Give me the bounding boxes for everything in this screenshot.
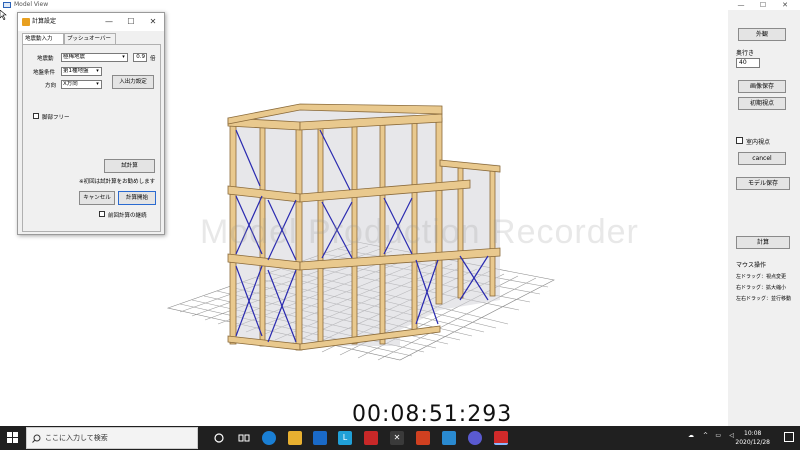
tray-network-icon[interactable]: ▭ xyxy=(715,432,721,439)
active-app-icon[interactable] xyxy=(494,431,508,445)
settings-gear-icon[interactable] xyxy=(468,431,482,445)
right-control-panel: 外観 奥行き 40 画像保存 初期視点 室内視点 cancel モデル保存 計算… xyxy=(728,10,800,426)
joint-free-label: 脚部フリー xyxy=(42,115,70,121)
indoor-view-label: 室内視点 xyxy=(746,139,771,146)
app-icon xyxy=(3,2,11,8)
depth-input[interactable]: 40 xyxy=(736,58,760,68)
mouse-cursor-icon xyxy=(0,10,7,20)
dialog-title: 計算設定 xyxy=(32,18,57,25)
maximize-icon[interactable]: ☐ xyxy=(752,0,774,10)
chevron-down-icon: ▾ xyxy=(120,54,127,61)
save-model-button[interactable]: モデル保存 xyxy=(736,177,790,190)
taskbar-clock[interactable]: 10:08 2020/12/28 xyxy=(735,429,770,447)
dialog-minimize-icon[interactable]: — xyxy=(98,13,120,31)
close-icon[interactable]: ✕ xyxy=(774,0,796,10)
direction-select[interactable]: X方向 ▾ xyxy=(61,80,102,89)
edge-browser-icon[interactable] xyxy=(262,431,276,445)
quake-label: 地震動 xyxy=(37,56,54,62)
file-explorer-icon[interactable] xyxy=(288,431,302,445)
windows-taskbar: ここに入力して検索 L ✕ ☁ ^ ▭ ◁ 10:08 2020/12/28 xyxy=(0,426,800,450)
chevron-down-icon: ▾ xyxy=(94,68,101,75)
chevron-down-icon: ▾ xyxy=(94,81,101,88)
settings-app-icon xyxy=(22,18,30,26)
window-title: Model View xyxy=(14,1,49,8)
tray-cloud-icon[interactable]: ☁ xyxy=(688,432,694,439)
notification-icon[interactable] xyxy=(784,432,794,442)
clock-date: 2020/12/28 xyxy=(735,439,770,446)
continue-label: 前回計算の継続 xyxy=(108,213,147,219)
exterior-button[interactable]: 外観 xyxy=(738,28,786,41)
tray-volume-icon[interactable]: ◁ xyxy=(729,432,734,439)
trial-calc-button[interactable]: 試計算 xyxy=(104,159,155,173)
calc-settings-dialog: 計算設定 — ☐ ✕ 地震動入力 プッシュオーバー 地震動 極稀地震 ▾ 0.9 倍… xyxy=(17,12,165,235)
task-view-icon[interactable] xyxy=(212,431,226,445)
search-placeholder: ここに入力して検索 xyxy=(45,434,108,442)
model-view-window: Model View — ☐ ✕ Model Production Record… xyxy=(0,0,800,426)
dialog-titlebar: 計算設定 — ☐ ✕ xyxy=(18,13,164,31)
clock-time: 10:08 xyxy=(744,430,762,437)
mouse-left-help: 左ドラッグ：視点変更 xyxy=(736,274,787,280)
direction-label: 方向 xyxy=(45,83,57,89)
quake-input-pane: 地震動 極稀地震 ▾ 0.9 倍 地盤条件 第1種地盤 ▾ 方向 X方向 ▾ 入… xyxy=(22,44,161,232)
security-app-icon[interactable] xyxy=(364,431,378,445)
xbox-icon[interactable]: ✕ xyxy=(390,431,404,445)
taskbar-search-box[interactable]: ここに入力して検索 xyxy=(26,427,198,449)
continue-checkbox[interactable] xyxy=(99,211,105,217)
task-switch-icon[interactable] xyxy=(237,431,251,445)
tray-chevron-icon[interactable]: ^ xyxy=(703,432,708,439)
tab-quake-input[interactable]: 地震動入力 xyxy=(22,33,64,44)
ground-label: 地盤条件 xyxy=(33,70,56,76)
dialog-close-icon[interactable]: ✕ xyxy=(142,13,164,31)
ground-select[interactable]: 第1種地盤 ▾ xyxy=(61,67,102,76)
mouse-ops-title: マウス操作 xyxy=(736,262,767,269)
recorder-watermark: Model Production Recorder xyxy=(200,213,639,251)
mouse-right-help: 右ドラッグ：拡大縮小 xyxy=(736,285,787,291)
depth-label: 奥行き xyxy=(736,50,755,57)
io-settings-button[interactable]: 入出力設定 xyxy=(112,75,154,89)
dialog-maximize-icon[interactable]: ☐ xyxy=(120,13,142,31)
indoor-view-checkbox[interactable] xyxy=(736,137,743,144)
quake-select[interactable]: 極稀地震 ▾ xyxy=(61,53,128,62)
cancel-button[interactable]: cancel xyxy=(738,152,786,165)
minimize-icon[interactable]: — xyxy=(730,0,752,10)
media-app-icon[interactable] xyxy=(416,431,430,445)
window-titlebar: Model View — ☐ ✕ xyxy=(0,0,800,10)
windows-start-icon[interactable] xyxy=(7,432,19,444)
search-icon xyxy=(32,434,41,443)
window-controls: — ☐ ✕ xyxy=(730,0,796,10)
start-calc-button[interactable]: 計算開始 xyxy=(118,191,156,205)
trial-calc-note: ※初回は試計算をお勧めします xyxy=(79,179,156,185)
tab-pushover[interactable]: プッシュオーバー xyxy=(64,33,116,44)
mouse-both-help: 左右ドラッグ：並行移動 xyxy=(736,296,792,302)
factor-unit: 倍 xyxy=(150,56,156,62)
dialog-controls: — ☐ ✕ xyxy=(98,13,164,31)
recording-timer: 00:08:51:293 xyxy=(352,402,513,426)
factor-input[interactable]: 0.9 xyxy=(133,53,147,62)
calc-button[interactable]: 計算 xyxy=(736,236,790,249)
mail-icon[interactable] xyxy=(313,431,327,445)
initial-view-button[interactable]: 初期視点 xyxy=(738,97,786,110)
image-app-icon[interactable] xyxy=(442,431,456,445)
app-l-icon[interactable]: L xyxy=(338,431,352,445)
dialog-cancel-button[interactable]: キャンセル xyxy=(79,191,115,205)
save-image-button[interactable]: 画像保存 xyxy=(738,80,786,93)
joint-free-checkbox[interactable] xyxy=(33,113,39,119)
